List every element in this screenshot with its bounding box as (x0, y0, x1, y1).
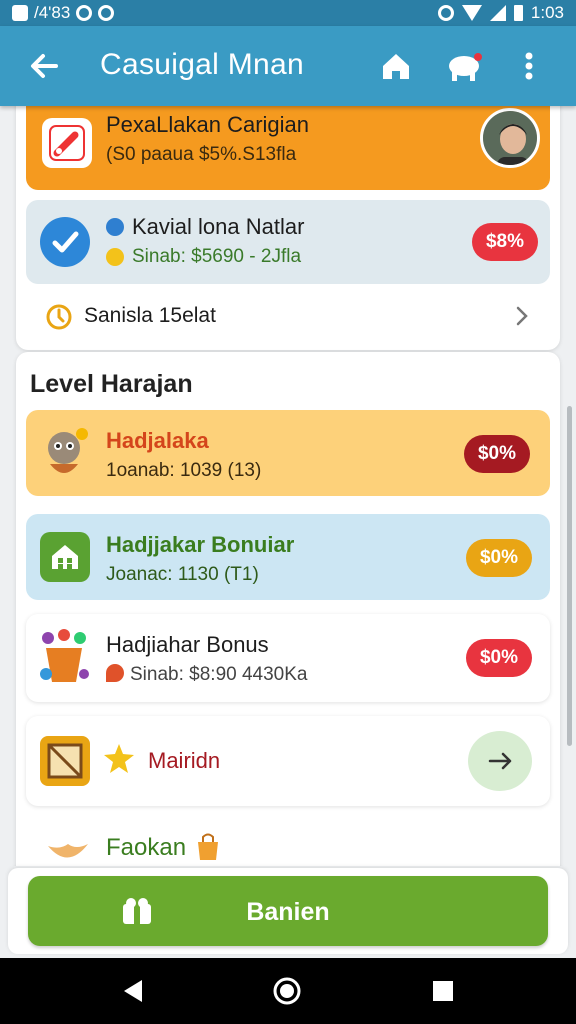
task-title: Kavial lona Natlar (132, 214, 305, 239)
level-item-title: Hadjalaka (106, 428, 209, 453)
star-icon (106, 248, 124, 266)
image-notification-icon (12, 5, 28, 21)
task-row[interactable]: Kavial lona Natlar Sinab: $5690 - 2Jfla … (26, 200, 550, 284)
notification-face-icon (98, 5, 115, 21)
clock-icon (46, 304, 72, 330)
chevron-right-icon (516, 306, 528, 326)
level-item-subtitle: 1oanab: 1039 (13) (106, 460, 262, 481)
globe-icon (106, 218, 124, 236)
house-icon (40, 532, 90, 582)
level-item-subtitle: Joanac: 1130 (T1) (106, 564, 259, 585)
link-label: Sanisla 15elat (84, 304, 216, 327)
level-item-title: Faokan (106, 834, 187, 861)
signal-icon (489, 5, 506, 21)
check-icon (40, 217, 90, 267)
nav-recents-icon[interactable] (428, 976, 458, 1006)
battery-icon (513, 5, 523, 21)
pet-icon (449, 53, 482, 81)
nav-back-icon[interactable] (118, 976, 148, 1006)
app-title: Casuigal Mnan (100, 48, 305, 81)
level-item-badge[interactable]: $0% (464, 435, 530, 473)
task-app-icon (42, 118, 92, 168)
avatar[interactable] (480, 108, 540, 168)
alarm-icon (437, 5, 454, 21)
level-item[interactable]: Hadjiahar Bonus Sinab: $8:90 4430Ka $0% (26, 614, 550, 702)
level-item[interactable]: Faokan (26, 814, 550, 866)
wifi-icon (461, 5, 482, 21)
arrow-right-icon (488, 752, 512, 770)
level-card: Level Harajan Hadjalaka 1oanab: 1039 (13… (16, 352, 560, 866)
bottom-action-area: Banien (0, 866, 576, 958)
flower-pot-icon (40, 629, 89, 682)
notification-dot-icon (76, 5, 93, 21)
go-button[interactable] (468, 731, 532, 791)
scrollbar[interactable] (567, 406, 572, 746)
status-left-text: /4'83 (34, 3, 71, 22)
level-item-badge[interactable]: $0% (466, 539, 532, 577)
primary-action-button[interactable]: Banien (28, 876, 548, 946)
task-badge[interactable]: $8% (472, 223, 538, 261)
back-button[interactable] (26, 48, 62, 84)
more-vert-icon (525, 52, 533, 80)
task-subtitle: Sinab: $5690 - 2Jfla (132, 246, 302, 267)
overview-card: PexaLlakan Carigian (S0 paaua $5%.S13fla… (16, 106, 560, 350)
home-icon (383, 54, 409, 79)
promo-row[interactable]: PexaLlakan Carigian (S0 paaua $5%.S13fla (26, 106, 550, 190)
fire-icon (106, 664, 124, 682)
pet-button[interactable] (444, 48, 486, 84)
app-bar: Casuigal Mnan (0, 26, 576, 106)
section-title: Level Harajan (30, 370, 193, 398)
level-item-title: Mairidn (148, 748, 221, 773)
pastry-icon (48, 844, 88, 858)
level-item-badge[interactable]: $0% (466, 639, 532, 677)
promo-subtitle: (S0 paaua $5%.S13fla (106, 144, 297, 165)
status-time: 1:03 (530, 3, 564, 22)
link-row[interactable]: Sanisla 15elat (26, 288, 550, 344)
home-button[interactable] (378, 48, 414, 84)
crate-icon (40, 736, 90, 786)
level-item[interactable]: Hadjalaka 1oanab: 1039 (13) $0% (26, 410, 550, 496)
mascot-icon (48, 428, 88, 473)
level-item-title: Hadjiahar Bonus (106, 632, 269, 657)
content-scroll-area[interactable]: PexaLlakan Carigian (S0 paaua $5%.S13fla… (0, 106, 576, 866)
system-nav-bar (0, 958, 576, 1024)
sun-icon (104, 744, 134, 773)
status-bar: /4'83 1:03 (0, 0, 576, 26)
bottom-card: Banien (8, 868, 568, 954)
level-item-subtitle: Sinab: $8:90 4430Ka (130, 664, 308, 685)
level-item-title: Hadjjakar Bonuiar (106, 532, 295, 557)
more-options-button[interactable] (512, 48, 546, 84)
bag-icon (198, 833, 218, 860)
primary-action-label: Banien (246, 898, 330, 926)
back-arrow-icon (31, 54, 58, 78)
level-item[interactable]: Mairidn (26, 716, 550, 806)
level-item[interactable]: Hadjjakar Bonuiar Joanac: 1130 (T1) $0% (26, 514, 550, 600)
nav-home-icon[interactable] (272, 976, 302, 1006)
promo-title: PexaLlakan Carigian (106, 112, 310, 137)
